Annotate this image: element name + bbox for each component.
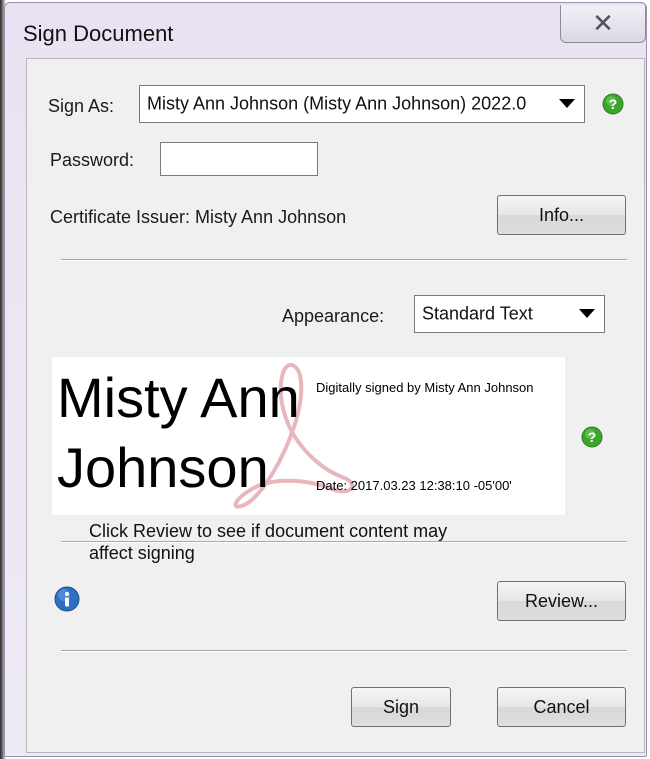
separator [61,259,627,261]
sign-as-dropdown[interactable]: Misty Ann Johnson (Misty Ann Johnson) 20… [139,85,585,123]
signature-name-line-1: Misty Ann [57,366,300,429]
review-note: Click Review to see if document content … [89,521,448,563]
cancel-button[interactable]: Cancel [497,687,626,727]
sign-document-dialog: Sign Document ✕ Sign As: Misty Ann Johns… [4,2,647,757]
help-icon[interactable]: ? [581,426,603,448]
info-button[interactable]: Info... [497,195,626,235]
sign-button[interactable]: Sign [351,687,451,727]
chevron-down-icon [550,86,584,122]
appearance-dropdown[interactable]: Standard Text [414,295,605,333]
info-icon [54,586,80,612]
appearance-value: Standard Text [422,303,533,324]
password-label: Password: [50,150,135,170]
signed-by-text: Digitally signed by Misty Ann Johnson [316,380,534,395]
help-icon[interactable]: ? [602,93,624,115]
dialog-title: Sign Document [23,21,174,46]
signature-name-line-2: Johnson [57,436,269,499]
signature-date: Date: 2017.03.23 12:38:10 -05'00' [316,478,512,493]
review-button[interactable]: Review... [497,581,626,621]
sign-as-value: Misty Ann Johnson (Misty Ann Johnson) 20… [147,93,527,114]
chevron-down-icon [570,296,604,332]
sign-as-label: Sign As: [48,96,115,116]
svg-text:?: ? [609,96,618,112]
close-icon: ✕ [592,8,614,38]
signature-preview: Misty Ann Johnson Digitally signed by Mi… [52,357,565,515]
password-field[interactable] [160,142,318,176]
dialog-body: Sign As: Misty Ann Johnson (Misty Ann Jo… [26,58,645,753]
svg-text:?: ? [588,429,597,445]
close-button[interactable]: ✕ [560,5,646,43]
separator [61,650,627,652]
appearance-label: Appearance: [282,306,385,326]
certificate-issuer-text: Certificate Issuer: Misty Ann Johnson [50,207,347,227]
